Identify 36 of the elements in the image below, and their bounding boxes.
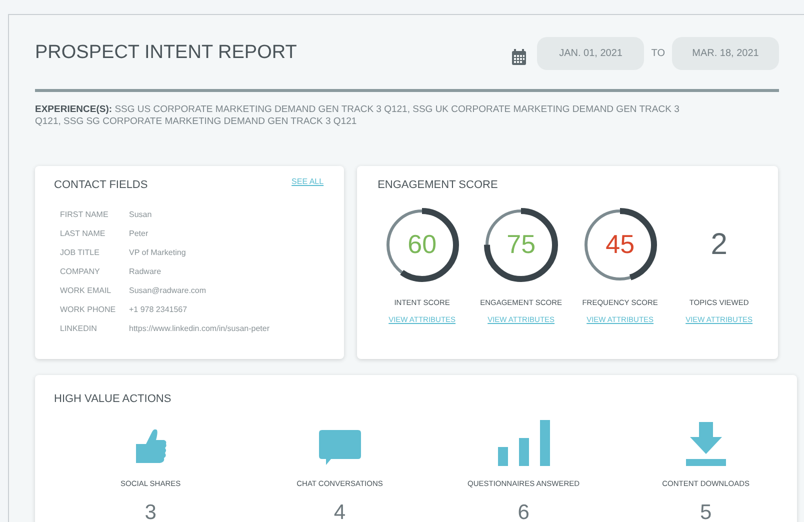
field-value: VP of Marketing	[129, 246, 186, 258]
field-label: LINKEDIN	[60, 322, 98, 334]
field-value: https://www.linkedin.com/in/susan-peter	[129, 322, 270, 334]
thumbs-up-icon	[134, 428, 168, 466]
experiences-text: EXPERIENCE(S): SSG US CORPORATE MARKETING DEMAND GEN TRACK 3 Q121, SSG UK CORPORATE MARKETING DEMAND GEN TRACK 3 Q121, SSG SG CORPORATE MARKETING DEMAND GEN TRACK 3 Q121	[35, 104, 680, 128]
see-all-link[interactable]: SEE ALL	[292, 176, 324, 188]
action-count: 5	[700, 500, 712, 522]
field-value: Radware	[129, 266, 162, 278]
action-count: 4	[334, 500, 346, 522]
score-value: 60	[408, 228, 437, 261]
end-date-field[interactable]: MAR. 18, 2021	[672, 36, 779, 70]
field-value: Susan	[129, 208, 152, 220]
card-title: HIGH VALUE ACTIONS	[54, 392, 172, 407]
field-value: +1 978 2341567	[129, 304, 188, 316]
field-label: WORK EMAIL	[60, 284, 112, 296]
field-label: FIRST NAME	[60, 208, 110, 220]
calendar-icon[interactable]	[511, 48, 528, 66]
action-count: 3	[144, 500, 156, 522]
field-label: LAST NAME	[60, 228, 106, 240]
field-label: COMPANY	[60, 266, 101, 278]
score-value: 45	[606, 228, 635, 261]
field-label: WORK PHONE	[60, 304, 117, 316]
date-range-separator: TO	[651, 46, 665, 60]
start-date-field[interactable]: JAN. 01, 2021	[537, 36, 644, 70]
bar-chart-icon	[498, 420, 550, 466]
chat-bubble-icon	[318, 430, 361, 466]
card-title: CONTACT FIELDS	[54, 178, 148, 193]
field-value: Peter	[129, 228, 148, 240]
field-value: Susan@radware.com	[129, 284, 206, 296]
card-title: ENGAGEMENT SCORE	[378, 178, 499, 193]
score-value: 75	[506, 228, 536, 261]
download-icon	[686, 422, 726, 466]
score-value: 2	[710, 227, 728, 263]
action-count: 6	[518, 500, 530, 522]
report-title: PROSPECT INTENT REPORT	[35, 40, 298, 65]
field-label: JOB TITLE	[60, 246, 100, 258]
